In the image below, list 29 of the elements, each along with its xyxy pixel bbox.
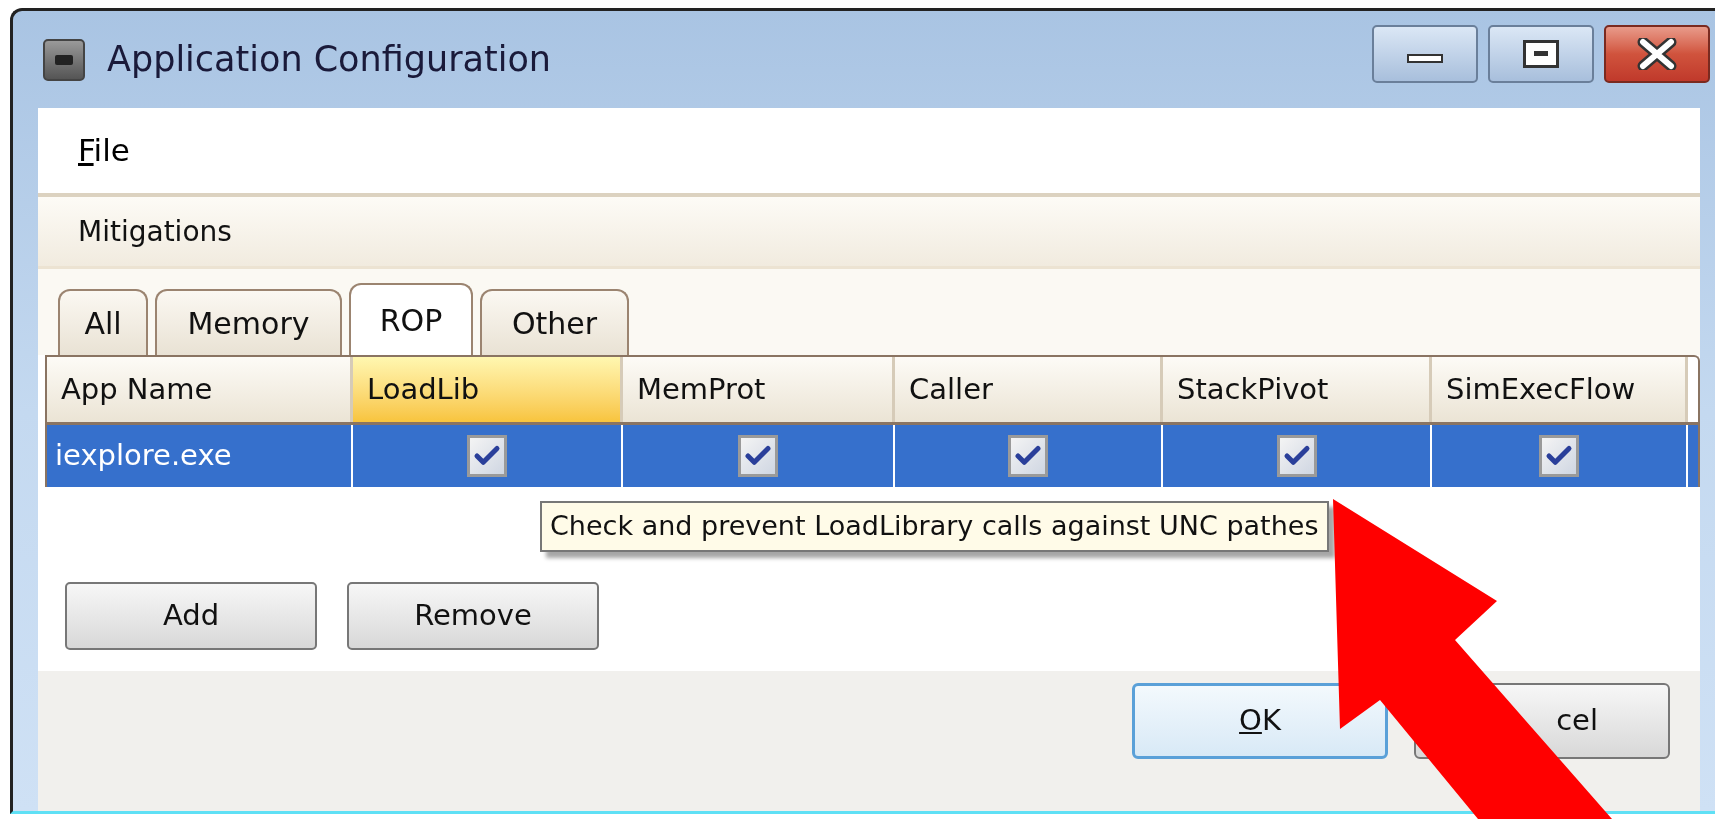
close-button[interactable] xyxy=(1604,24,1710,83)
window-title: Application Configuration xyxy=(107,38,552,82)
menu-item[interactable]: File xyxy=(78,127,130,174)
table-cell-text: iexplore.exe xyxy=(55,437,232,475)
column-header[interactable]: MemProt xyxy=(623,357,895,422)
tab[interactable]: Other xyxy=(480,289,629,355)
column-header[interactable]: StackPivot xyxy=(1163,357,1432,422)
minimize-button[interactable] xyxy=(1372,24,1478,83)
tab[interactable]: Memory xyxy=(155,289,342,355)
column-header[interactable]: SimExecFlow xyxy=(1432,357,1688,422)
checkbox[interactable] xyxy=(467,435,507,477)
checkbox[interactable] xyxy=(1008,435,1048,477)
panel-title: Mitigations xyxy=(78,213,232,250)
table-row[interactable]: iexplore.exe xyxy=(47,425,1698,487)
checkbox[interactable] xyxy=(1276,435,1317,477)
push-button[interactable]: Remove xyxy=(347,581,599,650)
dialog-button[interactable]: OK xyxy=(1132,683,1388,759)
checkbox[interactable] xyxy=(738,435,778,477)
tooltip: Check and prevent LoadLibrary calls against UNC pathes xyxy=(540,501,1329,552)
maximize-button[interactable] xyxy=(1488,24,1594,83)
column-header[interactable]: App Name xyxy=(47,357,353,422)
app-icon xyxy=(43,38,85,81)
checkbox[interactable] xyxy=(1539,435,1579,477)
tab[interactable]: ROP xyxy=(349,283,473,355)
column-header[interactable]: Caller xyxy=(895,357,1163,422)
close-icon xyxy=(1637,37,1677,70)
tab[interactable]: All xyxy=(58,289,148,355)
push-button[interactable]: Add xyxy=(65,581,317,650)
column-header[interactable]: LoadLib xyxy=(353,357,623,422)
